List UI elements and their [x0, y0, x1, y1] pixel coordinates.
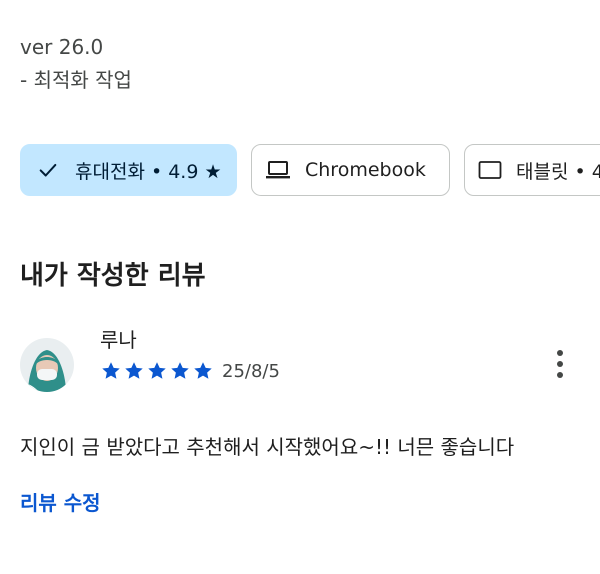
chip-tablet-label: 태블릿 • 4 [516, 160, 600, 183]
star-icon [148, 362, 166, 379]
app-detail-page: ver 26.0 - 최적화 작업 휴대전화 • 4.9 ★ Chromeboo… [0, 0, 600, 574]
device-chip-row: 휴대전화 • 4.9 ★ Chromebook 태블릿 • 4 [20, 144, 600, 198]
tablet-icon [478, 161, 502, 179]
review-date: 25/8/5 [222, 361, 280, 382]
check-icon [39, 163, 57, 177]
edit-review-link[interactable]: 리뷰 수정 [20, 488, 101, 518]
more-vert-icon [557, 350, 563, 378]
chip-phone[interactable]: 휴대전화 • 4.9 ★ [20, 144, 237, 196]
chip-chromebook[interactable]: Chromebook [251, 144, 450, 196]
avatar [20, 338, 74, 392]
star-icon [125, 362, 143, 379]
chip-phone-label: 휴대전화 • 4.9 ★ [75, 160, 222, 183]
chip-tablet[interactable]: 태블릿 • 4 [464, 144, 600, 196]
more-options-button[interactable] [548, 346, 572, 382]
changelog-item: - 최적화 작업 [20, 68, 132, 92]
chip-chromebook-label: Chromebook [305, 159, 426, 181]
star-rating [100, 360, 214, 382]
reviewer-name: 루나 [100, 328, 137, 352]
version-text: ver 26.0 [20, 35, 104, 59]
reviewer-avatar-image [20, 338, 74, 392]
laptop-icon [266, 161, 290, 179]
my-review-heading: 내가 작성한 리뷰 [20, 261, 206, 291]
star-icon [171, 362, 189, 379]
star-icon [194, 362, 212, 379]
star-icon [102, 362, 120, 379]
review-body: 지인이 금 받았다고 추천해서 시작했어요~!! 너믄 좋습니다 [20, 435, 515, 459]
